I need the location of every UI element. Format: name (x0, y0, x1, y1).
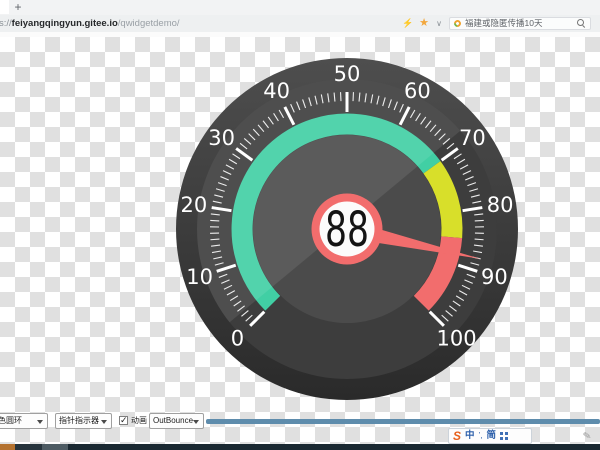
ime-logo-icon[interactable]: S (453, 429, 461, 443)
svg-text:10: 10 (186, 265, 213, 289)
ime-language-toggle[interactable]: 中 (465, 429, 475, 443)
browser-tab-bar: + (0, 0, 600, 15)
easing-value: OutBounce (153, 416, 193, 425)
flash-icon[interactable]: ⚡ (401, 15, 415, 32)
svg-text:100: 100 (437, 327, 477, 351)
easing-combobox[interactable]: OutBounce (149, 413, 204, 429)
url-path: /qwidgetdemo/ (118, 18, 180, 29)
new-tab-button[interactable]: + (11, 0, 25, 15)
chevron-down-icon[interactable]: ∨ (433, 15, 445, 32)
svg-text:88: 88 (325, 202, 369, 258)
ime-toolbar[interactable]: S 中 ’, 简 (448, 428, 532, 444)
pointer-style-combobox[interactable]: 指针指示器 (55, 413, 112, 429)
svg-text:20: 20 (181, 193, 208, 217)
tray-icon[interactable]: ✎ (582, 430, 592, 442)
svg-text:80: 80 (487, 193, 514, 217)
ime-toolbox-grid-icon[interactable] (500, 432, 508, 440)
dropdown-arrow-icon (37, 420, 43, 424)
svg-text:60: 60 (404, 79, 431, 103)
partial-tab[interactable] (0, 0, 9, 14)
pointer-style-value: 指针指示器 (59, 416, 99, 425)
gauge-svg: 0 10 20 30 40 50 60 70 80 90 100 88 (175, 57, 519, 401)
ime-punctuation-toggle[interactable]: ’, (479, 429, 483, 443)
gauge-widget: 0 10 20 30 40 50 60 70 80 90 100 88 (175, 57, 519, 401)
svg-text:0: 0 (231, 327, 244, 351)
animation-checkbox-label[interactable]: 动画 (131, 414, 147, 428)
search-icon[interactable] (577, 19, 586, 28)
value-slider[interactable] (206, 419, 600, 424)
dropdown-arrow-icon (101, 420, 107, 424)
hot-search-text[interactable]: 福建或隐匿传播10天 (465, 17, 573, 29)
taskbar-segment (68, 444, 600, 450)
ime-charset-toggle[interactable]: 简 (487, 429, 497, 443)
ring-style-combobox[interactable]: 色圆环 (0, 413, 48, 429)
taskbar-segment (15, 444, 42, 450)
taskbar-sliver (0, 444, 600, 450)
svg-text:70: 70 (459, 126, 486, 150)
url-scheme: s:// (0, 18, 12, 29)
search-engine-icon (453, 18, 463, 28)
ring-style-value: 色圆环 (0, 416, 22, 425)
svg-text:40: 40 (263, 79, 290, 103)
url-text[interactable]: s://feiyangqingyun.gitee.io/qwidgetdemo/ (0, 15, 180, 32)
taskbar-segment (42, 444, 68, 450)
svg-text:30: 30 (208, 126, 235, 150)
address-bar[interactable]: s://feiyangqingyun.gitee.io/qwidgetdemo/… (0, 15, 600, 32)
url-domain: feiyangqingyun.gitee.io (12, 18, 118, 29)
hot-search-box[interactable]: 福建或隐匿传播10天 (449, 17, 591, 30)
animation-checkbox[interactable]: ✓ (119, 416, 128, 425)
svg-text:50: 50 (334, 62, 361, 86)
taskbar-segment (0, 444, 15, 450)
dropdown-arrow-icon (193, 420, 199, 424)
svg-text:90: 90 (481, 265, 508, 289)
bookmark-star-icon[interactable]: ★ (417, 15, 431, 32)
